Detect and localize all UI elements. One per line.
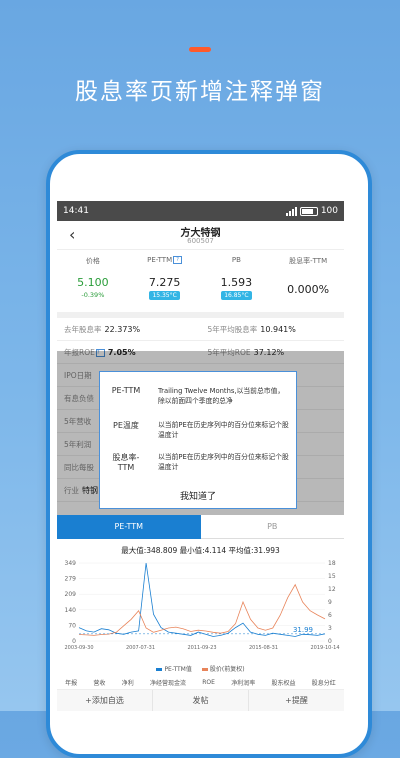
subtab-item[interactable]: 净利 xyxy=(122,678,134,687)
y2-tick-label: 3 xyxy=(328,625,332,632)
price-value: 5.100 xyxy=(77,276,109,289)
banner-title: 股息率页新增注释弹窗 xyxy=(75,79,325,105)
info-value: 22.373% xyxy=(104,324,141,334)
legend-item: 股价(前复权) xyxy=(201,664,245,673)
popup-definition: Trailing Twelve Months,以当前总市值，除以前面四个季度的总… xyxy=(158,387,285,405)
tab-pe-ttm[interactable]: PE-TTM xyxy=(57,515,201,539)
popup-term: PE温度 xyxy=(113,421,139,430)
metric-label: PE-TTM xyxy=(147,256,173,264)
pb-temperature-badge: 16.85°C xyxy=(221,291,252,300)
pe-chart: 34927920914070018151296302003-09-30 2007-… xyxy=(64,560,339,651)
add-watchlist-button[interactable]: +添加自选 xyxy=(57,690,153,711)
y2-tick-label: 18 xyxy=(328,560,336,567)
x-tick-label: 2003-09-30 xyxy=(64,645,93,651)
metric-pe[interactable]: PE-TTM? 7.275 15.35°C xyxy=(129,256,201,312)
metric-pb[interactable]: PB 1.593 16.85°C xyxy=(201,256,273,312)
y-tick-label: 70 xyxy=(68,622,76,629)
info-label: 去年股息率 xyxy=(64,324,102,334)
y2-tick-label: 0 xyxy=(328,638,332,645)
stock-header: ‹ 方大特钢 600507 xyxy=(57,221,344,250)
data-subtabs: 年报 营收 净利 净经营现金流 ROE 净利润率 股东权益 股息分红 xyxy=(57,676,344,690)
tab-pb[interactable]: PB xyxy=(200,515,344,539)
legend-label: PE-TTM值 xyxy=(164,665,192,673)
metric-label: 价格 xyxy=(85,257,100,265)
phone-screen: 14:41 100 ‹ 方大特钢 600507 价格 5.100 -0.39% … xyxy=(57,201,344,711)
chart-stats: 最大值:348.809 最小值:4.114 平均值:31.993 xyxy=(121,546,280,555)
pb-value: 1.593 xyxy=(220,276,253,289)
legend-label: 股价(前复权) xyxy=(209,665,245,673)
subtab-item[interactable]: 营收 xyxy=(93,678,105,687)
price-change: -0.39% xyxy=(81,291,105,299)
annotation-popup: PE-TTM Trailing Twelve Months,以当前总市值，除以前… xyxy=(99,371,297,509)
metric-label: PB xyxy=(231,256,241,264)
signal-icon xyxy=(285,206,297,216)
x-tick-label: 2019-10-14 xyxy=(310,645,339,651)
metric-price: 价格 5.100 -0.39% xyxy=(57,256,129,312)
subtab-item[interactable]: 净经营现金流 xyxy=(150,678,186,687)
metric-dividend[interactable]: 股息率-TTM 0.000% xyxy=(272,256,344,312)
x-tick-label: 2015-08-31 xyxy=(249,645,278,651)
popup-term: PE-TTM xyxy=(111,386,141,395)
subtab-item[interactable]: 净利润率 xyxy=(231,678,255,687)
dividend-value: 0.000% xyxy=(287,283,330,296)
legend-swatch xyxy=(201,667,208,671)
reminder-button[interactable]: +提醒 xyxy=(249,690,344,711)
subtab-item[interactable]: 股东权益 xyxy=(271,678,295,687)
series-line-price xyxy=(78,583,326,636)
chart-tabs: PE-TTM PB xyxy=(57,515,344,539)
info-label: 5年平均股息率 xyxy=(207,324,258,334)
subtab-item[interactable]: 年报 xyxy=(65,678,77,687)
y-tick-label: 349 xyxy=(65,560,77,567)
popup-term: 股息率-TTM xyxy=(112,453,140,472)
metrics-row: 价格 5.100 -0.39% PE-TTM? 7.275 15.35°C PB… xyxy=(57,250,344,318)
status-bar: 14:41 100 xyxy=(57,201,344,221)
info-value: 10.941% xyxy=(260,324,296,334)
popup-ok-button[interactable]: 我知道了 xyxy=(100,489,296,502)
status-time: 14:41 xyxy=(63,206,89,216)
popup-definition: 以当前PE在历史序列中的百分位来标记个股温度计 xyxy=(158,453,289,471)
post-button[interactable]: 发帖 xyxy=(153,690,249,711)
subtab-item[interactable]: 股息分红 xyxy=(312,678,336,687)
info-cell: 5年平均股息率 10.941% xyxy=(201,324,345,335)
y2-tick-label: 6 xyxy=(328,612,332,619)
stock-code: 600507 xyxy=(187,237,214,245)
popup-definition: 以当前PE在历史序列中的百分位来标记个股温度计 xyxy=(158,421,289,439)
chart-legend: PE-TTM值 股价(前复权) xyxy=(57,663,344,673)
metric-label: 股息率-TTM xyxy=(289,257,328,265)
pe-value: 7.275 xyxy=(148,276,181,289)
y2-tick-label: 15 xyxy=(328,573,336,580)
pe-temperature-badge: 15.35°C xyxy=(149,291,180,300)
info-icon[interactable]: ? xyxy=(173,256,183,264)
y-tick-label: 0 xyxy=(72,638,76,645)
status-icons: 100 xyxy=(285,206,338,216)
subtab-item[interactable]: ROE xyxy=(202,679,215,686)
current-value-label: 31.99 xyxy=(293,626,313,634)
bottom-bar: +添加自选 发帖 +提醒 xyxy=(57,690,344,711)
battery-icon xyxy=(299,206,318,216)
x-tick-label: 2011-09-23 xyxy=(187,645,216,651)
y2-tick-label: 12 xyxy=(328,586,336,593)
x-tick-label: 2007-07-31 xyxy=(126,645,155,651)
y-tick-label: 140 xyxy=(65,607,77,614)
accent-bar xyxy=(189,47,211,52)
y-tick-label: 279 xyxy=(65,576,77,583)
info-row: 去年股息率 22.373% 5年平均股息率 10.941% xyxy=(57,318,344,341)
y-tick-label: 209 xyxy=(65,591,77,598)
legend-item: PE-TTM值 xyxy=(156,664,192,673)
y2-tick-label: 9 xyxy=(328,599,332,606)
info-cell: 去年股息率 22.373% xyxy=(57,324,201,335)
legend-swatch xyxy=(156,667,163,671)
battery-level: 100 xyxy=(320,206,338,216)
